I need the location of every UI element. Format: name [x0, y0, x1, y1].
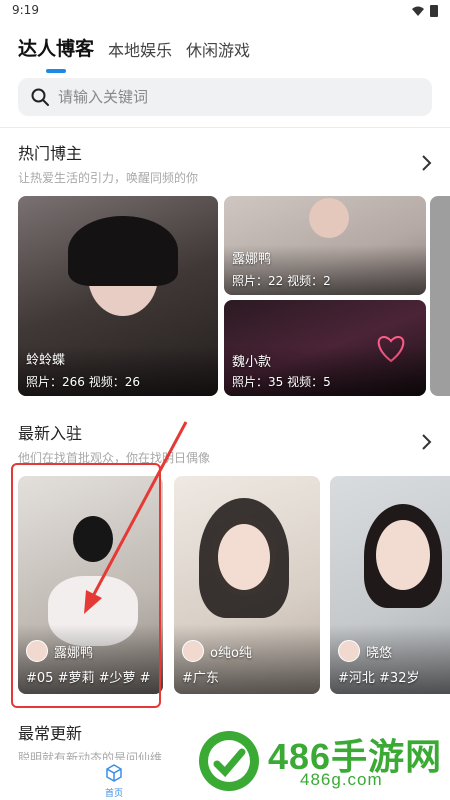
avatar: [338, 640, 360, 662]
blogger-stats: 照片：35 视频：5: [232, 375, 331, 389]
blogger-name: 魏小款: [232, 355, 272, 370]
newest-name: o纯o纯: [210, 645, 252, 661]
blogger-stats: 照片：266 视频：26: [26, 375, 140, 389]
search-input[interactable]: [58, 88, 398, 106]
section-title-hot-bloggers: 热门博主: [18, 144, 83, 163]
nav-home[interactable]: 首页: [96, 760, 132, 800]
newest-user: 晓悠: [338, 640, 392, 662]
newest-card[interactable]: 晓悠 #河北 #32岁: [330, 476, 450, 694]
blogger-name: 露娜鸭: [232, 252, 272, 267]
watermark-domain: 486g.com: [300, 770, 383, 789]
blogger-card[interactable]: 魏小款 照片：35 视频：5: [224, 300, 426, 396]
newest-card[interactable]: o纯o纯 #广东: [174, 476, 320, 694]
blogger-photo: [309, 198, 349, 238]
newest-face: [376, 520, 430, 590]
battery-icon: [430, 5, 438, 17]
chevron-right-icon[interactable]: [420, 433, 432, 451]
blogger-card-partial[interactable]: [430, 196, 450, 396]
chevron-right-icon[interactable]: [420, 154, 432, 172]
tab-casual-games[interactable]: 休闲游戏: [186, 37, 250, 61]
newest-face: [218, 524, 270, 590]
blogger-stats: 照片：22 视频：2: [232, 274, 331, 288]
newest-user: o纯o纯: [182, 640, 252, 662]
tab-bloggers[interactable]: 达人博客: [18, 34, 94, 73]
divider: [0, 127, 450, 128]
section-subtitle-hot-bloggers: 让热爱生活的引力，唤醒同频的你: [18, 171, 199, 185]
section-title-newest: 最新入驻: [18, 424, 83, 443]
search-icon: [31, 88, 49, 106]
search-bar[interactable]: [18, 78, 432, 116]
blogger-name: 蛉蛉蝶: [26, 353, 66, 368]
wifi-icon: [412, 6, 424, 16]
tab-local-entertainment[interactable]: 本地娱乐: [108, 37, 172, 61]
highlight-box: [11, 463, 161, 708]
nav-home-label: 首页: [104, 789, 123, 799]
status-bar: 9:19: [0, 0, 450, 22]
blogger-card[interactable]: 蛉蛉蝶 照片：266 视频：26: [18, 196, 218, 396]
newest-tags: #广东: [182, 671, 219, 686]
top-tabs: 达人博客 本地娱乐 休闲游戏: [18, 34, 250, 73]
blogger-card[interactable]: 露娜鸭 照片：22 视频：2: [224, 196, 426, 295]
newest-tags: #河北 #32岁: [338, 671, 420, 686]
blogger-hair: [68, 216, 178, 286]
avatar: [182, 640, 204, 662]
status-icons: [412, 5, 438, 17]
status-time: 9:19: [12, 3, 39, 17]
section-title-frequent: 最常更新: [18, 724, 83, 743]
newest-name: 晓悠: [366, 645, 393, 661]
watermark-logo: [199, 731, 259, 791]
home-cube-icon: [106, 764, 122, 782]
